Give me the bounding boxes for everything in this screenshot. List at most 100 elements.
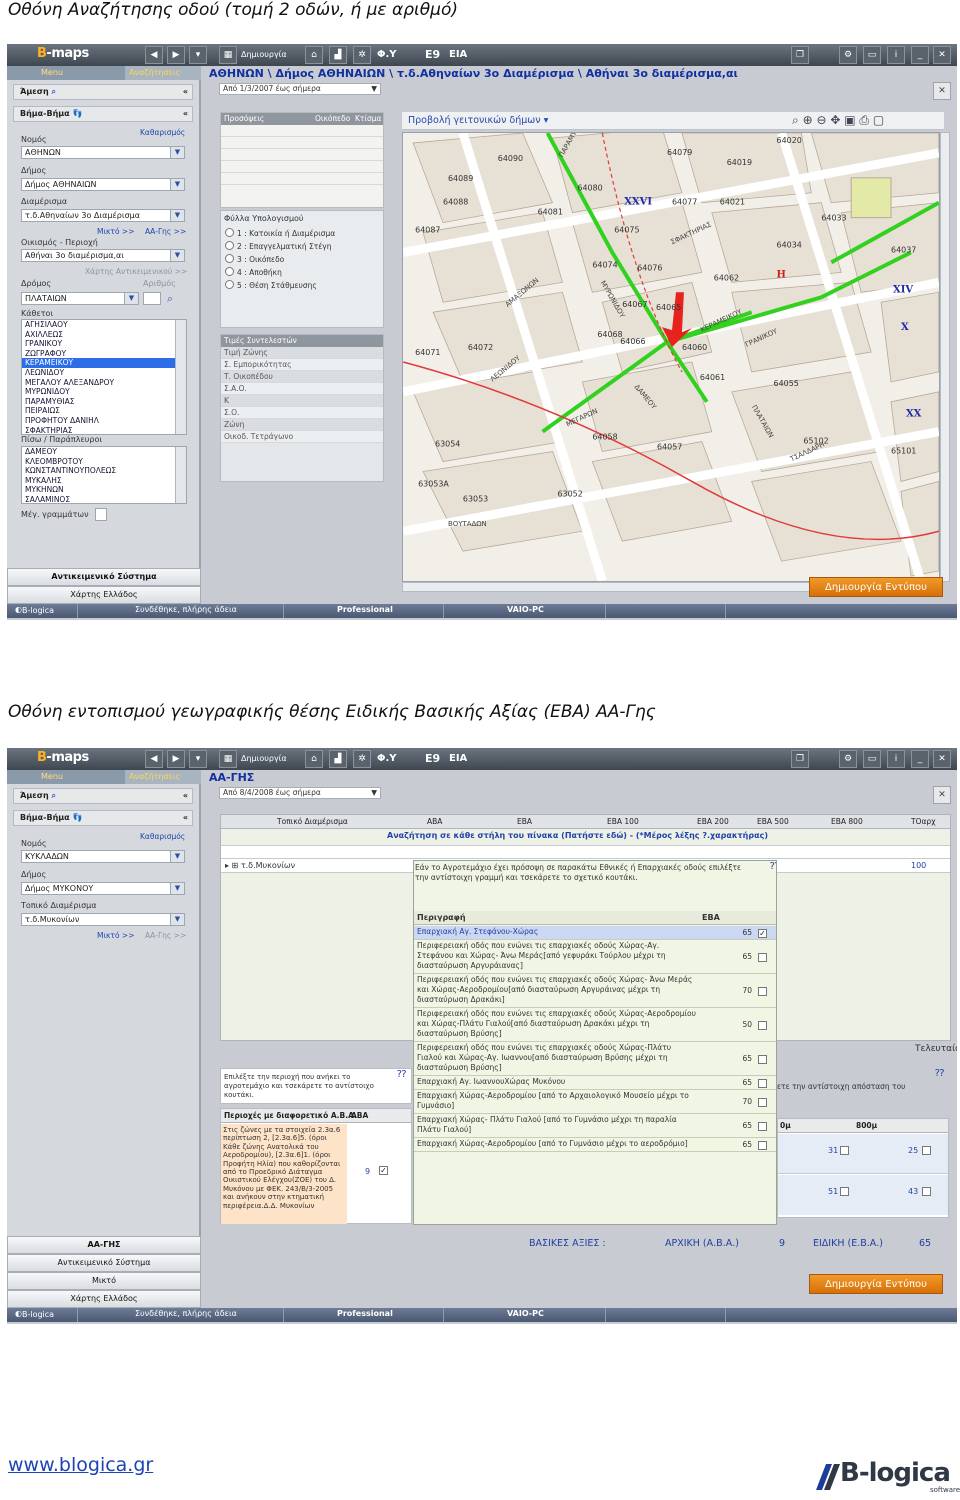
popup-row[interactable]: Επαρχιακή Χώρας- Πλάτυ Γιαλού [από το Γυ… (414, 1114, 776, 1138)
calc-sheet-option[interactable]: 3 : Οικόπεδο (225, 254, 284, 264)
aagis-button[interactable]: ΑΑ-ΓΗΣ (7, 1236, 201, 1254)
eia-button[interactable]: ΕΙΑ (449, 751, 467, 767)
grid-column-header[interactable]: ΕΒΑ 100 (607, 815, 639, 829)
road-checkbox[interactable] (758, 1097, 767, 1107)
settings-icon[interactable]: ⚙ (839, 750, 857, 768)
close-icon[interactable]: ✕ (933, 750, 951, 768)
greece-map-button[interactable]: Χάρτης Ελλάδος (7, 1290, 201, 1308)
diamerisma-select[interactable]: τ.δ.Μυκονίων ▼ (21, 913, 185, 926)
grid-search-row[interactable] (221, 845, 950, 859)
neighbour-municipalities-select[interactable]: Προβολή γειτονικών δήμων ▾ (408, 115, 548, 126)
settings-icon[interactable]: ⚙ (839, 46, 857, 64)
grid-column-header[interactable]: ΕΒΑ (517, 815, 532, 829)
list-item[interactable]: ΜΥΚΗΝΩΝ (22, 485, 186, 495)
street-select[interactable]: ΠΛΑΤΑΙΩΝ ▼ (21, 292, 139, 305)
diamerisma-select[interactable]: τ.δ.Αθηναίων 3ο Διαμέρισμα ▼ (21, 209, 185, 222)
zoom-tools[interactable]: ⌕ ⊕ ⊖ ✥ ▣ ⎙ ▢ (792, 113, 884, 128)
fy-button[interactable]: Φ.Υ (377, 47, 397, 63)
info-icon[interactable]: i (887, 750, 905, 768)
help-icon[interactable]: ⁇ (935, 1068, 944, 1079)
mixto-link[interactable]: Μικτό >> (97, 931, 135, 940)
mixto-link[interactable]: Μικτό >> (97, 227, 135, 236)
grid-column-header[interactable]: ΑΒΑ (427, 815, 442, 829)
tree-icon[interactable]: ✲ (353, 750, 371, 768)
road-checkbox[interactable] (758, 1020, 767, 1030)
create-print-button[interactable]: Δημιουργία Εντύπου (809, 1274, 943, 1294)
tab-menu[interactable]: Menu (37, 66, 67, 80)
tree-icon[interactable]: ✲ (353, 46, 371, 64)
tab-search[interactable]: Αναζήτησεις (125, 770, 201, 784)
step-search-header[interactable]: Βήμα-Βήμα 👣 « (13, 106, 193, 122)
list-item[interactable]: ΠΕΙΡΑΙΩΣ (22, 406, 186, 416)
list-item[interactable]: ΚΛΕΟΜΒΡΟΤΟΥ (22, 457, 186, 467)
greece-map-button[interactable]: Χάρτης Ελλάδος (7, 586, 201, 604)
distance-checkbox[interactable] (840, 1187, 849, 1196)
fy-button[interactable]: Φ.Υ (377, 751, 397, 767)
list-item[interactable]: ΚΕΡΑΜΕΙΚΟΥ (22, 358, 186, 368)
objective-system-button[interactable]: Αντικειμενικό Σύστημα (7, 1254, 201, 1272)
grid-column-header[interactable]: Τοπικό Διαμέρισμα (277, 815, 348, 829)
aagis-link[interactable]: ΑΑ-Γης >> (145, 931, 186, 940)
distance-checkbox[interactable] (840, 1146, 849, 1155)
chart-icon[interactable]: ▟ (329, 750, 347, 768)
step-search-header[interactable]: Βήμα-Βήμα 👣 « (13, 810, 193, 826)
list-item[interactable]: ΓΡΑΝΙΚΟΥ (22, 339, 186, 349)
monitor-icon[interactable]: ▭ (863, 46, 881, 64)
list-item[interactable]: ΖΩΓΡΑΦΟΥ (22, 349, 186, 359)
minimize-icon[interactable]: _ (911, 46, 929, 64)
nomos-select[interactable]: ΚΥΚΛΑΔΩΝ ▼ (21, 850, 185, 863)
oikismos-select[interactable]: Αθήναι 3ο διαμέρισμα,αι ▼ (21, 249, 185, 262)
list-item[interactable]: ΛΕΩΝΙΔΟΥ (22, 368, 186, 378)
list-item[interactable]: ΣΑΛΑΜΙΝΟΣ (22, 495, 186, 503)
list-item[interactable]: ΜΥΚΑΛΗΣ (22, 476, 186, 486)
street-map[interactable]: 64090 64079 64019 64020 64089 64080 64088 64077… (402, 132, 940, 582)
create-print-button[interactable]: Δημιουργία Εντύπου (809, 577, 943, 597)
map-vertical-scrollbar[interactable] (940, 132, 950, 582)
list-item[interactable]: ΜΥΡΩΝΙΔΟΥ (22, 387, 186, 397)
popup-row[interactable]: Περιφερειακή οδός που ενώνει τις επαρχια… (414, 1008, 776, 1042)
popup-row[interactable]: Επαρχιακή Αγ. ΙωαννουΧώρας Μυκόνου 65 (414, 1076, 776, 1090)
number-input[interactable] (143, 292, 161, 305)
grid-column-header[interactable]: ΕΒΑ 500 (757, 815, 789, 829)
grid-search-hint[interactable]: Αναζήτηση σε κάθε στήλη του πίνακα (Πατή… (387, 831, 768, 840)
popup-row[interactable]: Επαρχιακή Αγ. Στεφάνου-Χώρας 65 ✓ (414, 926, 776, 940)
road-checkbox[interactable] (758, 1140, 767, 1150)
print-create-button[interactable]: Δημιουργία (241, 751, 287, 767)
scrollbar[interactable] (175, 447, 186, 503)
back-arrow-icon[interactable]: ◀ (145, 750, 163, 768)
objective-system-button[interactable]: Αντικειμενικό Σύστημα (7, 568, 201, 586)
cross-streets-list[interactable]: ΑΓΗΣΙΛΑΟΥ ΑΧΙΛΛΕΩΣ ΓΡΑΝΙΚΟΥ ΖΩΓΡΑΦΟΥ ΚΕΡΑΜΕΙ… (21, 319, 187, 435)
scrollbar[interactable] (175, 320, 186, 434)
popup-row[interactable]: Περιφερειακή οδός που ενώνει τις επαρχια… (414, 1042, 776, 1076)
calc-sheet-option[interactable]: 2 : Επαγγελματική Στέγη (225, 241, 331, 251)
dimos-select[interactable]: Δήμος ΑΘΗΝΑΙΩΝ ▼ (21, 178, 185, 191)
calc-sheet-option[interactable]: 1 : Κατοικία ή Διαμέρισμα (225, 228, 335, 238)
monitor-icon[interactable]: ▭ (863, 750, 881, 768)
print-create-button[interactable]: Δημιουργία (241, 47, 287, 63)
road-checkbox[interactable] (758, 1054, 767, 1064)
letter-size-stepper[interactable] (95, 508, 107, 521)
popup-row[interactable]: Περιφερειακή οδός που ενώνει τις επαρχια… (414, 940, 776, 974)
popup-row[interactable]: Επαρχιακή Χώρας-Αεροδρομίου [από το Αρχα… (414, 1090, 776, 1114)
dropdown-icon[interactable]: ▾ (189, 750, 207, 768)
road-checkbox[interactable] (758, 1121, 767, 1131)
popup-row[interactable]: Επαρχιακή Χώρας-Αεροδρομίου [από το Γυμν… (414, 1138, 776, 1152)
list-item[interactable]: ΜΕΓΑΛΟΥ ΑΛΕΞΑΝΔΡΟΥ (22, 378, 186, 388)
grid-column-header[interactable]: ΕΒΑ 200 (697, 815, 729, 829)
close-icon[interactable]: ✕ (933, 786, 951, 804)
website-link[interactable]: www.blogica.gr (8, 1454, 153, 1476)
road-checkbox[interactable] (758, 1078, 767, 1088)
e9-button[interactable]: Ε9 (425, 47, 440, 63)
home-icon[interactable]: ⌂ (305, 46, 323, 64)
minimize-icon[interactable]: _ (911, 750, 929, 768)
list-item[interactable]: ΚΩΝΣΤΑΝΤΙΝΟΥΠΟΛΕΩΣ (22, 466, 186, 476)
direct-search-header[interactable]: Άμεση ⌕ « (13, 788, 193, 804)
date-range-select[interactable]: Από 1/3/2007 έως σήμερα ▼ (219, 83, 381, 95)
windows-icon[interactable]: ❐ (791, 46, 809, 64)
eia-button[interactable]: ΕΙΑ (449, 47, 467, 63)
nomos-select[interactable]: ΑΘΗΝΩΝ ▼ (21, 146, 185, 159)
objects-map-link[interactable]: Χάρτης Αντικειμενικού >> (85, 267, 187, 276)
road-checkbox[interactable] (758, 952, 767, 962)
help-icon[interactable]: ⁇ (770, 861, 776, 872)
area-checkbox[interactable]: ✓ (379, 1166, 388, 1175)
